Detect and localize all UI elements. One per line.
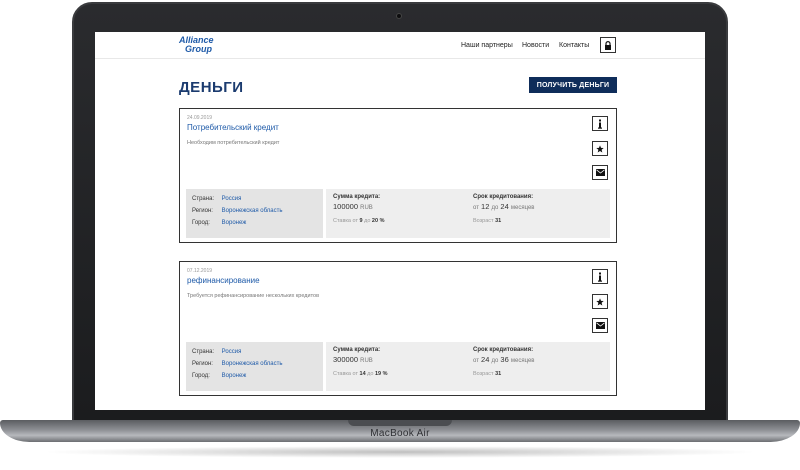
rate-to: 19	[374, 371, 382, 377]
star-icon	[596, 297, 604, 305]
term-unit: месяцев	[510, 205, 535, 211]
loan-card: 24.09.2019 Потребительский кредит Необхо…	[179, 108, 617, 243]
city-label: Город:	[192, 373, 210, 379]
mail-icon	[595, 169, 605, 176]
message-button[interactable]	[592, 318, 608, 333]
city-label: Город:	[192, 220, 210, 226]
rate-suffix: %	[382, 371, 388, 377]
nav-contacts[interactable]: Контакты	[559, 42, 589, 49]
term-from: 24	[481, 355, 490, 364]
amount-currency: RUB	[360, 205, 373, 211]
lock-icon	[605, 40, 611, 50]
region-value[interactable]: Воронежская область	[222, 361, 283, 367]
age-label: Возраст	[473, 218, 494, 224]
login-button[interactable]	[600, 37, 616, 53]
age-value: 31	[495, 371, 502, 377]
rate-suffix: %	[379, 218, 385, 224]
term-label: Срок кредитования:	[473, 347, 534, 353]
amount-number: 100000	[333, 202, 359, 211]
city-row: Город: Воронеж	[192, 220, 246, 226]
rate-from: 14	[359, 371, 366, 377]
loan-details-panel: Сумма кредита: 300000 RUB Ставка от 14 д…	[326, 342, 610, 391]
term-unit: месяцев	[510, 358, 535, 364]
camera	[396, 13, 402, 19]
info-icon	[598, 272, 602, 282]
age-label: Возраст	[473, 371, 494, 377]
amount-value: 100000 RUB	[333, 202, 373, 211]
nav-partners[interactable]: Наши партнеры	[461, 42, 513, 49]
info-icon	[598, 119, 602, 129]
amount-label: Сумма кредита:	[333, 194, 381, 200]
term-value: от 24 до 36 месяцев	[473, 355, 534, 364]
term-to-word: до	[491, 205, 499, 211]
card-date: 07.12.2019	[187, 268, 213, 274]
country-row: Страна: Россия	[192, 349, 241, 355]
info-button[interactable]	[592, 269, 608, 284]
nav-news[interactable]: Новости	[522, 42, 549, 49]
age-value: 31	[495, 218, 502, 224]
get-money-button[interactable]: ПОЛУЧИТЬ ДЕНЬГИ	[529, 77, 617, 93]
city-value[interactable]: Воронеж	[222, 373, 247, 379]
card-title-link[interactable]: Потребительский кредит	[187, 123, 279, 132]
location-panel: Страна: Россия Регион: Воронежская облас…	[186, 342, 323, 391]
term-from-word: от	[473, 205, 479, 211]
amount-value: 300000 RUB	[333, 355, 373, 364]
favorite-button[interactable]	[592, 294, 608, 309]
rate-prefix: Ставка от	[333, 371, 358, 377]
loan-card: 07.12.2019 рефинансирование Требуется ре…	[179, 261, 617, 396]
logo-line-2: Group	[185, 44, 212, 54]
country-value[interactable]: Россия	[222, 349, 242, 355]
rate-info: Ставка от 14 до 19 %	[333, 371, 388, 377]
rate-prefix: Ставка от	[333, 218, 358, 224]
country-label: Страна:	[192, 196, 215, 202]
term-value: от 12 до 24 месяцев	[473, 202, 534, 211]
term-from-word: от	[473, 358, 479, 364]
amount-number: 300000	[333, 355, 359, 364]
loan-details-panel: Сумма кредита: 100000 RUB Ставка от 9 до…	[326, 189, 610, 238]
message-button[interactable]	[592, 165, 608, 180]
laptop-shadow	[40, 446, 760, 458]
country-row: Страна: Россия	[192, 196, 241, 202]
card-title-link[interactable]: рефинансирование	[187, 276, 260, 285]
page-title: ДЕНЬГИ	[179, 79, 244, 96]
term-label: Срок кредитования:	[473, 194, 534, 200]
screen: Alliance Group Наши партнеры Новости Кон…	[95, 32, 705, 410]
rate-mid: до	[367, 371, 374, 377]
region-row: Регион: Воронежская область	[192, 208, 283, 214]
info-button[interactable]	[592, 116, 608, 131]
region-label: Регион:	[192, 208, 213, 214]
amount-currency: RUB	[360, 358, 373, 364]
device-label: MacBook Air	[370, 428, 430, 439]
rate-to: 20	[371, 218, 379, 224]
region-value[interactable]: Воронежская область	[222, 208, 283, 214]
card-description: Необходим потребительский кредит	[187, 140, 280, 146]
term-to: 24	[500, 202, 509, 211]
city-value[interactable]: Воронеж	[222, 220, 247, 226]
term-to-word: до	[491, 358, 499, 364]
region-row: Регион: Воронежская область	[192, 361, 283, 367]
favorite-button[interactable]	[592, 141, 608, 156]
card-description: Требуется рефинансирование нескольких кр…	[187, 293, 320, 299]
age-info: Возраст 31	[473, 218, 501, 224]
term-to: 36	[500, 355, 509, 364]
city-row: Город: Воронеж	[192, 373, 246, 379]
country-label: Страна:	[192, 349, 215, 355]
card-date: 24.09.2019	[187, 115, 213, 121]
amount-label: Сумма кредита:	[333, 347, 381, 353]
mail-icon	[595, 322, 605, 329]
location-panel: Страна: Россия Регион: Воронежская облас…	[186, 189, 323, 238]
site-header: Alliance Group Наши партнеры Новости Кон…	[95, 32, 705, 59]
rate-from: 9	[359, 218, 363, 224]
star-icon	[596, 144, 604, 152]
laptop-notch	[348, 420, 452, 426]
region-label: Регион:	[192, 361, 213, 367]
term-from: 12	[481, 202, 490, 211]
country-value[interactable]: Россия	[222, 196, 242, 202]
rate-mid: до	[364, 218, 371, 224]
logo[interactable]: Alliance Group	[179, 36, 214, 54]
age-info: Возраст 31	[473, 371, 501, 377]
rate-info: Ставка от 9 до 20 %	[333, 218, 384, 224]
